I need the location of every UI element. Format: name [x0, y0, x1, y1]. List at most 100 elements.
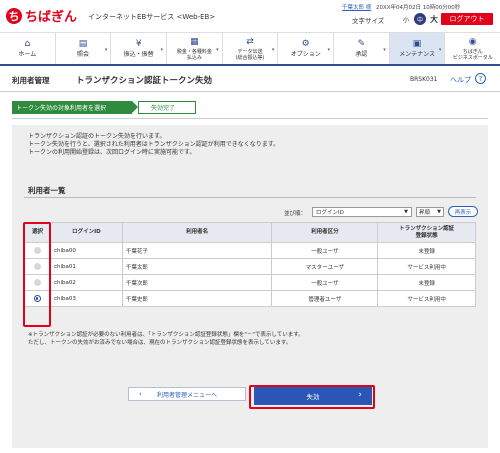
chevron-left-icon: ‹ [139, 390, 142, 398]
redisplay-button[interactable]: 再表示 [448, 206, 478, 217]
nav-label: ちばぎん ビジネスポータル [452, 48, 493, 61]
title-bar: 利用者管理 トランザクション認証トークン失効 BRSK031 ヘルプ ? [0, 66, 500, 92]
nav-label: 振込・振替 [123, 51, 154, 58]
divider [12, 118, 488, 119]
sort-order-select[interactable]: 昇順 ▼ [416, 207, 444, 217]
home-icon: ⌂ [24, 39, 31, 49]
logout-button[interactable]: ログアウト [441, 13, 493, 25]
chevron-down-icon: ▾ [216, 47, 219, 53]
document-icon: ▤ [78, 39, 88, 49]
note: ※トランザクション認証が必要のない利用者は、「トランザクション認証登録状態」欄を… [28, 331, 304, 347]
description: トランザクション認証のトークン失効を行います。 トークン失効を行うと、選択された… [28, 133, 279, 157]
header: ち ちばぎん インターネットEBサービス <Web-EB> 千葉太郎 様 20X… [0, 0, 500, 32]
chevron-down-icon: ▾ [160, 47, 164, 53]
user-kind-cell: 一般ユーザ [271, 274, 379, 291]
service-name: インターネットEBサービス <Web-EB> [88, 13, 216, 21]
portal-icon: ◉ [468, 36, 477, 47]
table-row[interactable]: chiba00 千葉花子 一般ユーザ 未登録 [24, 242, 476, 259]
column-header: ログインID [49, 222, 123, 243]
user-kind-cell: 一般ユーザ [271, 242, 379, 259]
section-name: 利用者管理 [12, 76, 50, 85]
note-line: ただし、トークンの失効がお済みでない場合は、現在のトランザクション認証登録状態を… [28, 340, 292, 346]
table-row[interactable]: chiba03 千葉史郎 管理者ユーザ サービス利用中 [24, 290, 476, 307]
nav-label: 照会 [77, 51, 90, 58]
maintenance-icon: ▣ [412, 39, 422, 49]
login-id-cell: chiba01 [49, 258, 123, 275]
font-size-large-button[interactable]: 大 [428, 13, 440, 25]
nav-maintenance[interactable]: ▣ メンテナンス ▾ [389, 33, 446, 64]
divider [24, 197, 476, 198]
user-kind-cell: 管理者ユーザ [271, 290, 379, 307]
nav-tax-payment[interactable]: ▦ 税金・各種料金 払込み ▾ [167, 33, 223, 64]
description-line: トークン失効を行うと、選択された利用者はトランザクション認証が利用できなくなりま… [28, 141, 280, 148]
nav-business-portal[interactable]: ◉ ちばぎん ビジネスポータル [445, 33, 500, 64]
nav-data-transfer[interactable]: ⇄ データ伝送 (総合振込等) ▾ [223, 33, 279, 64]
gear-icon: ⚙ [301, 39, 310, 49]
status-cell: サービス利用中 [377, 258, 476, 275]
chevron-down-icon: ▾ [271, 47, 275, 53]
font-size-small-button[interactable]: 小 [400, 13, 412, 25]
table-header-row: 選択 ログインID 利用者名 利用者区分 トランザクション認証 登録状態 [24, 222, 476, 243]
user-name-cell: 千葉史郎 [121, 290, 273, 307]
help-link[interactable]: ヘルプ [450, 75, 471, 85]
last-login: 20XX年04月02日 10時00分00秒 [376, 5, 461, 11]
login-id-cell: chiba03 [49, 290, 123, 307]
transfer-icon: ⇄ [246, 36, 254, 47]
status-cell: 未登録 [377, 242, 476, 259]
font-size-label: 文字サイズ [352, 17, 385, 25]
nav-label: 承認 [355, 51, 368, 58]
user-name-cell: 千葉花子 [121, 242, 273, 259]
login-id-cell: chiba02 [49, 274, 123, 291]
user-info: 千葉太郎 様 20XX年04月02日 10時00分00秒 [342, 3, 460, 11]
user-name-cell: 千葉太郎 [121, 258, 273, 275]
back-to-menu-button[interactable]: ‹ 利用者管理メニューへ [128, 387, 246, 401]
sort-order-value: 昇順 [419, 210, 431, 216]
screen-code: BRSK031 [410, 76, 438, 83]
step-complete: 失効完了 [138, 101, 196, 114]
back-button-label: 利用者管理メニューへ [156, 391, 217, 399]
yen-icon: ¥ [135, 39, 142, 49]
sort-label: 並び順： [284, 211, 307, 217]
user-table: 選択 ログインID 利用者名 利用者区分 トランザクション認証 登録状態 chi… [24, 222, 476, 307]
bank-logo[interactable]: ち ちばぎん [6, 6, 77, 25]
user-name-cell: 千葉次郎 [121, 274, 273, 291]
nav-home[interactable]: ⌂ ホーム [0, 33, 56, 64]
nav-label: オプション [290, 51, 321, 58]
page-title: トランザクション認証トークン失効 [76, 76, 213, 86]
user-kind-cell: マスターユーザ [271, 258, 379, 275]
sort-key-value: ログインID [316, 210, 344, 216]
logo-mark-icon: ち [6, 7, 22, 24]
chevron-down-icon: ▾ [383, 47, 386, 53]
nav-option[interactable]: ⚙ オプション ▾ [278, 33, 335, 64]
sort-key-select[interactable]: ログインID ▼ [312, 207, 412, 217]
description-line: トランザクション認証のトークン失効を行います。 [28, 133, 166, 140]
chevron-down-icon: ▼ [437, 209, 441, 215]
help-icon[interactable]: ? [475, 73, 486, 84]
global-nav: ⌂ ホーム ▤ 照会 ▾ ¥ 振込・振替 ▾ ▦ 税金・各種料金 払込み ▾ ⇄… [0, 32, 500, 66]
description-line: トークンの利用開始登録は、次回ログイン時に実施可能です。 [28, 149, 196, 156]
nav-label: ホーム [18, 51, 37, 58]
revoke-highlight [249, 385, 375, 409]
chevron-down-icon: ▼ [404, 209, 408, 215]
chevron-down-icon: ▾ [104, 47, 108, 53]
payment-icon: ▦ [190, 36, 199, 47]
logo-text: ちばぎん [25, 10, 78, 25]
column-header: 利用者区分 [271, 222, 379, 243]
login-id-cell: chiba00 [49, 242, 123, 259]
user-name-link[interactable]: 千葉太郎 様 [342, 5, 371, 11]
note-line: ※トランザクション認証が必要のない利用者は、「トランザクション認証登録状態」欄を… [28, 332, 304, 338]
nav-label: 税金・各種料金 払込み [176, 48, 212, 61]
nav-label: メンテナンス [399, 51, 435, 58]
font-size-medium-button[interactable]: 中 [414, 13, 426, 25]
user-list-title: 利用者一覧 [28, 186, 66, 195]
column-header: 利用者名 [121, 222, 273, 243]
table-row[interactable]: chiba01 千葉太郎 マスターユーザ サービス利用中 [24, 258, 476, 275]
status-cell: 未登録 [377, 274, 476, 291]
step-indicator: トークン失効の対象利用者を選択 失効完了 [12, 101, 196, 114]
nav-approve[interactable]: ✎ 承認 ▾ [334, 33, 390, 64]
table-row[interactable]: chiba02 千葉次郎 一般ユーザ 未登録 [24, 274, 476, 291]
nav-transfer[interactable]: ¥ 振込・振替 ▾ [111, 33, 168, 64]
column-header: トランザクション認証 登録状態 [377, 222, 476, 243]
nav-inquiry[interactable]: ▤ 照会 ▾ [56, 33, 112, 64]
selection-highlight [23, 222, 51, 327]
